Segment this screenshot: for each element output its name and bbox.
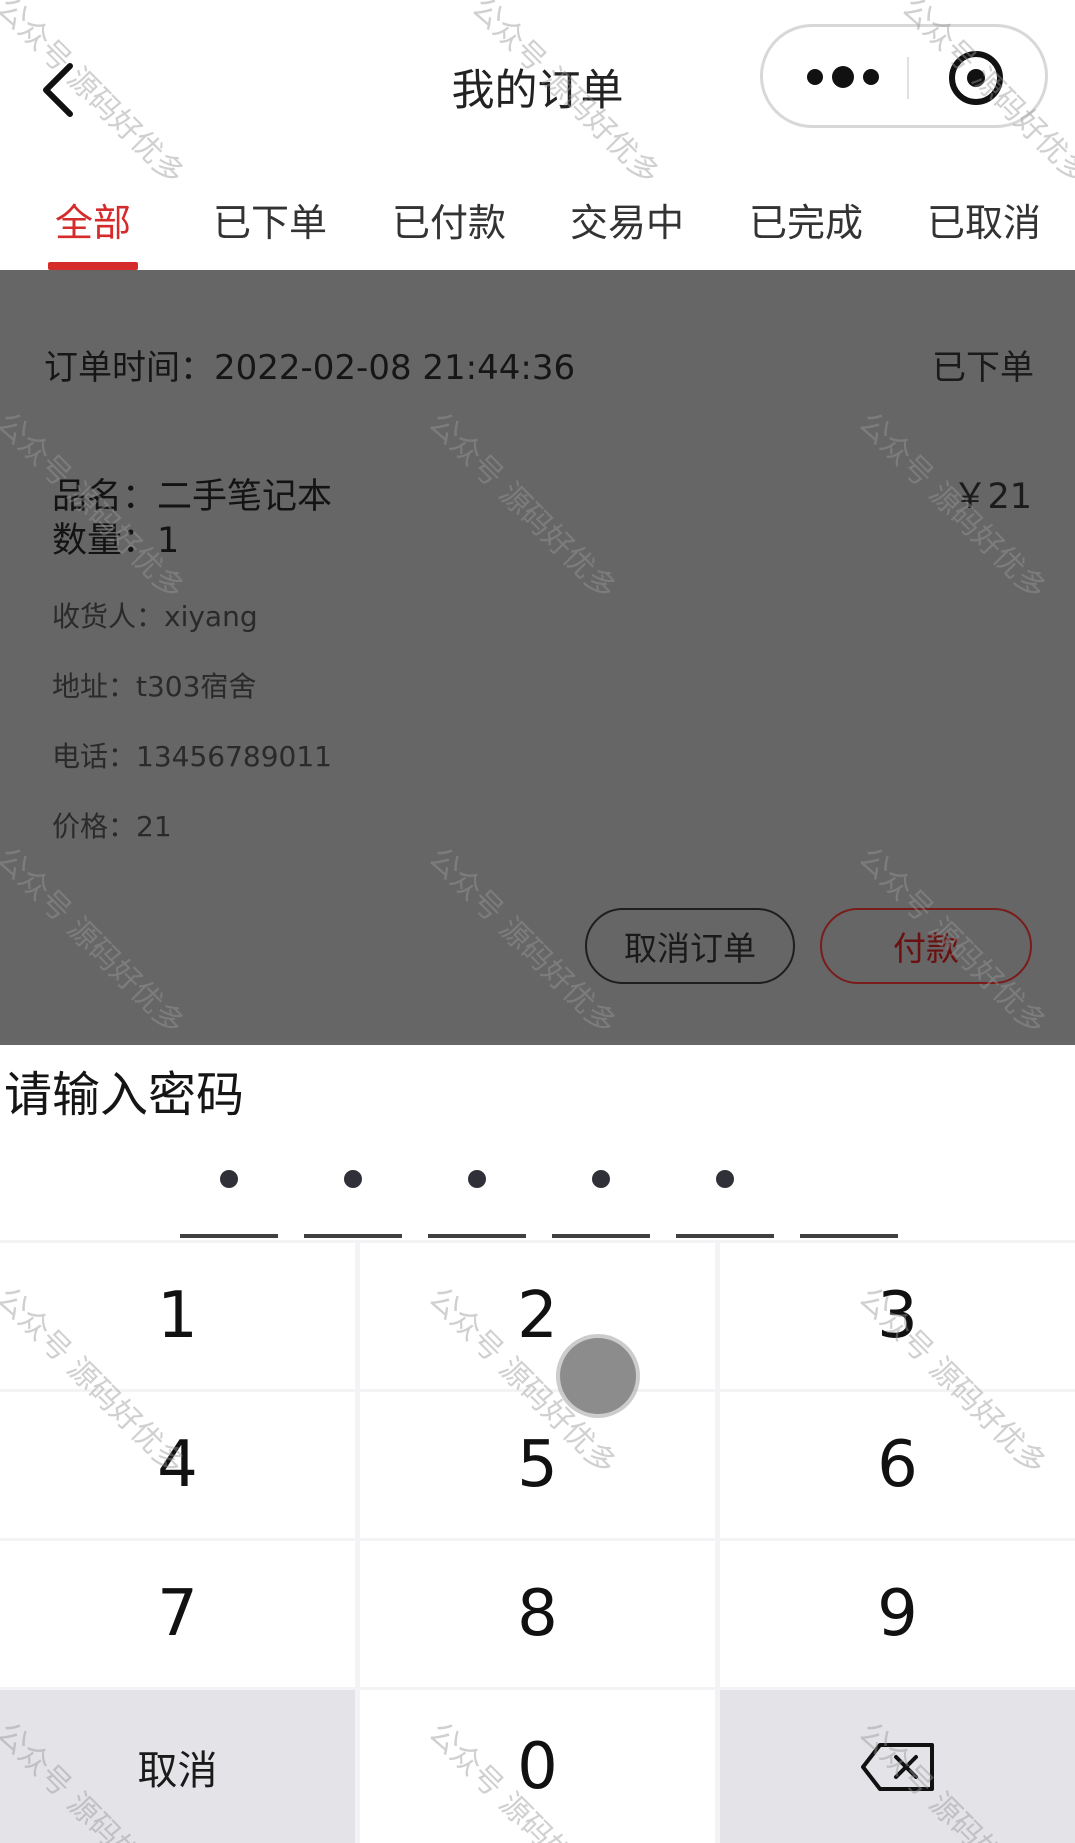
tab-label: 全部	[54, 201, 131, 245]
keypad-cancel-button[interactable]: 取消	[0, 1690, 355, 1843]
password-slot	[800, 1150, 898, 1238]
key-4[interactable]: 4	[0, 1392, 355, 1538]
key-1[interactable]: 1	[0, 1243, 355, 1389]
password-slot	[428, 1150, 526, 1238]
tab-cancelled[interactable]: 已取消	[909, 172, 1059, 270]
tab-label: 已下单	[212, 201, 327, 245]
key-9[interactable]: 9	[720, 1541, 1075, 1687]
pay-button[interactable]: 付款	[820, 908, 1032, 984]
product-quantity: 数量：1	[52, 521, 180, 561]
password-dot	[468, 1170, 486, 1188]
key-6[interactable]: 6	[720, 1392, 1075, 1538]
product-name: 品名：二手笔记本	[52, 477, 333, 517]
key-5[interactable]: 5	[360, 1392, 715, 1538]
tab-paid[interactable]: 已付款	[374, 172, 524, 270]
price-line: 价格：21	[52, 810, 172, 843]
order-header: 订单时间：2022-02-08 21:44:36 已下单	[44, 340, 1034, 389]
slot-underline	[304, 1234, 402, 1238]
tab-label: 已付款	[391, 201, 506, 245]
receiver-line: 收货人：xiyang	[52, 600, 258, 633]
slot-underline	[800, 1234, 898, 1238]
number-keypad: 1 2 3 4 5 6 7 8 9 取消 0	[0, 1240, 1075, 1843]
password-dot	[344, 1170, 362, 1188]
order-time-label: 订单时间：	[44, 348, 214, 388]
key-7[interactable]: 7	[0, 1541, 355, 1687]
order-time: 订单时间：2022-02-08 21:44:36	[44, 340, 575, 389]
key-2[interactable]: 2	[360, 1243, 715, 1389]
slot-underline	[428, 1234, 526, 1238]
backspace-icon	[860, 1742, 934, 1791]
product-price: ￥21	[952, 477, 1032, 517]
tab-label: 已取消	[926, 201, 1041, 245]
address-line: 地址：t303宿舍	[52, 670, 257, 703]
cancel-order-button[interactable]: 取消订单	[585, 908, 795, 984]
password-slot	[180, 1150, 278, 1238]
order-time-value: 2022-02-08 21:44:36	[214, 348, 576, 388]
navigation-bar: 我的订单	[0, 0, 1075, 162]
key-8[interactable]: 8	[360, 1541, 715, 1687]
tab-completed[interactable]: 已完成	[731, 172, 881, 270]
password-slot	[304, 1150, 402, 1238]
slot-underline	[552, 1234, 650, 1238]
password-slot	[552, 1150, 650, 1238]
close-button[interactable]	[941, 43, 1011, 113]
tab-label: 已完成	[748, 201, 863, 245]
tab-all[interactable]: 全部	[18, 172, 168, 270]
tab-ordered[interactable]: 已下单	[195, 172, 345, 270]
key-0[interactable]: 0	[360, 1690, 715, 1843]
slot-underline	[676, 1234, 774, 1238]
password-input[interactable]	[0, 1150, 1075, 1240]
password-dot	[220, 1170, 238, 1188]
backspace-button[interactable]	[720, 1690, 1075, 1843]
touch-indicator	[560, 1338, 636, 1414]
target-close-icon	[949, 51, 1003, 105]
tab-label: 交易中	[569, 201, 684, 245]
capsule-divider	[907, 57, 909, 99]
key-3[interactable]: 3	[720, 1243, 1075, 1389]
active-tab-indicator	[48, 262, 138, 270]
order-status: 已下单	[932, 348, 1034, 388]
mini-program-capsule	[760, 24, 1048, 128]
product-info: 品名：二手笔记本 数量：1 ￥21	[52, 475, 1032, 563]
more-dots-icon	[807, 66, 879, 88]
more-button[interactable]	[793, 49, 893, 105]
password-slot	[676, 1150, 774, 1238]
password-dot	[716, 1170, 734, 1188]
order-tabs: 全部 已下单 已付款 交易中 已完成 已取消	[0, 172, 1075, 270]
modal-overlay[interactable]: 订单时间：2022-02-08 21:44:36 已下单 品名：二手笔记本 数量…	[0, 270, 1075, 1045]
password-title: 请输入密码	[4, 1067, 245, 1123]
slot-underline	[180, 1234, 278, 1238]
password-dot	[592, 1170, 610, 1188]
phone-line: 电话：13456789011	[52, 740, 332, 773]
tab-in-trade[interactable]: 交易中	[552, 172, 702, 270]
